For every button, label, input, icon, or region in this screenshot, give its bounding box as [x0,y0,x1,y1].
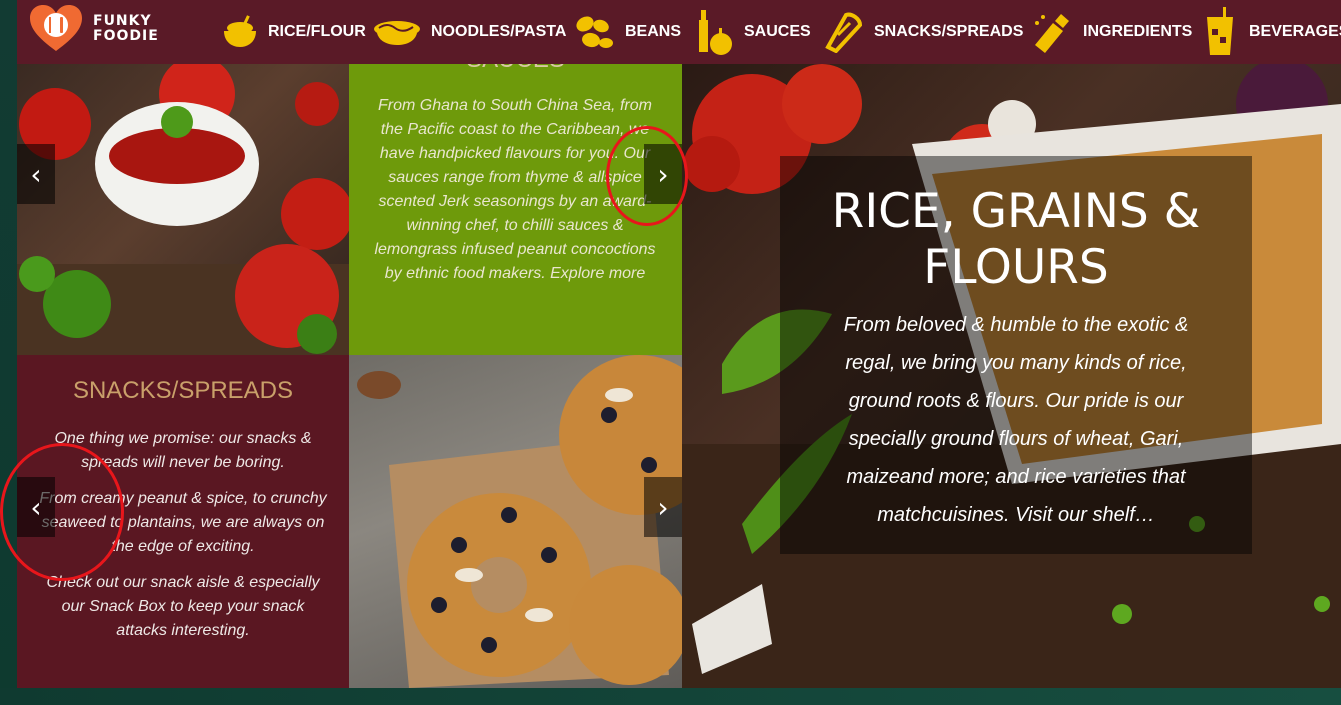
snacks-panel[interactable]: SNACKS/SPREADS One thing we promise: our… [17,355,349,688]
snacks-title: SNACKS/SPREADS [72,377,294,404]
hero-caption-box: RICE, GRAINS & FLOURS From beloved & hum… [780,156,1252,554]
snacks-paragraph-2: From creamy peanut & spice, to crunchy s… [39,490,327,555]
snack-icon [825,12,863,53]
sauces-description: From Ghana to South China Sea, from the … [374,97,656,282]
brand-heart-icon [30,5,82,51]
rice-bowl-icon [224,15,256,47]
carousel-prev-button-bottom[interactable]: ‹ [17,477,55,537]
nav-item-beans[interactable]: BEANS [573,0,681,64]
chevron-left-icon: ‹ [30,490,42,524]
nav-label: RICE/FLOUR [268,23,366,40]
sauces-title: SAUCES [349,64,682,74]
drink-icon [1207,7,1233,55]
chevron-right-icon: › [657,490,669,524]
page-edge-bottom [0,688,1341,705]
nav-label: SAUCES [744,23,811,40]
sauces-panel[interactable]: SAUCES From Ghana to South China Sea, fr… [349,64,682,355]
brand-line-2: FOODIE [93,28,159,44]
brand-line-1: FUNKY [93,13,152,29]
snacks-description: One thing we promise: our snacks & sprea… [37,427,329,655]
carousel-next-button-bottom[interactable]: › [644,477,682,537]
sauce-bowl-image [17,64,349,355]
hero-title: RICE, GRAINS & FLOURS [831,184,1201,295]
chevron-left-icon: ‹ [30,157,42,191]
sauce-image-panel[interactable] [17,64,349,355]
hero-panel[interactable]: RICE, GRAINS & FLOURS From beloved & hum… [682,64,1341,688]
snacks-paragraph-1: One thing we promise: our snacks & sprea… [54,430,312,471]
nav-item-beverages[interactable]: BEVERAGES [1203,0,1341,64]
nav-item-noodles-pasta[interactable]: NOODLES/PASTA [373,0,566,64]
nav-label: BEANS [625,23,682,40]
snack-rounds-image [357,355,682,688]
snack-image-panel[interactable] [349,355,682,688]
nav-label: SNACKS/SPREADS [874,23,1024,40]
shaker-icon [1035,14,1069,53]
nav-label: BEVERAGES [1249,23,1341,40]
hero-description: From beloved & humble to the exotic & re… [843,314,1189,526]
page-edge-left [0,0,17,705]
nav-item-ingredients[interactable]: INGREDIENTS [1029,0,1192,64]
nav-item-sauces[interactable]: SAUCES [696,0,811,64]
snacks-paragraph-3: Check out our snack aisle & especially o… [46,574,320,639]
nav-label: INGREDIENTS [1083,23,1193,40]
nav-item-snacks-spreads[interactable]: SNACKS/SPREADS [824,0,1023,64]
carousel-next-button-top[interactable]: › [644,144,682,204]
beans-icon [576,16,613,48]
top-nav: FUNKY FOODIE RICE/FLOUR NOODLES/PASTA BE… [17,0,1341,64]
brand-wordmark[interactable]: FUNKY FOODIE [93,14,159,44]
brand-logo[interactable] [27,3,85,55]
nav-label: NOODLES/PASTA [431,23,567,40]
noodle-bowl-icon [374,21,420,45]
chevron-right-icon: › [657,157,669,191]
sauce-bottle-icon [699,10,732,55]
carousel-prev-button-top[interactable]: ‹ [17,144,55,204]
nav-item-rice-flour[interactable]: RICE/FLOUR [222,0,366,64]
